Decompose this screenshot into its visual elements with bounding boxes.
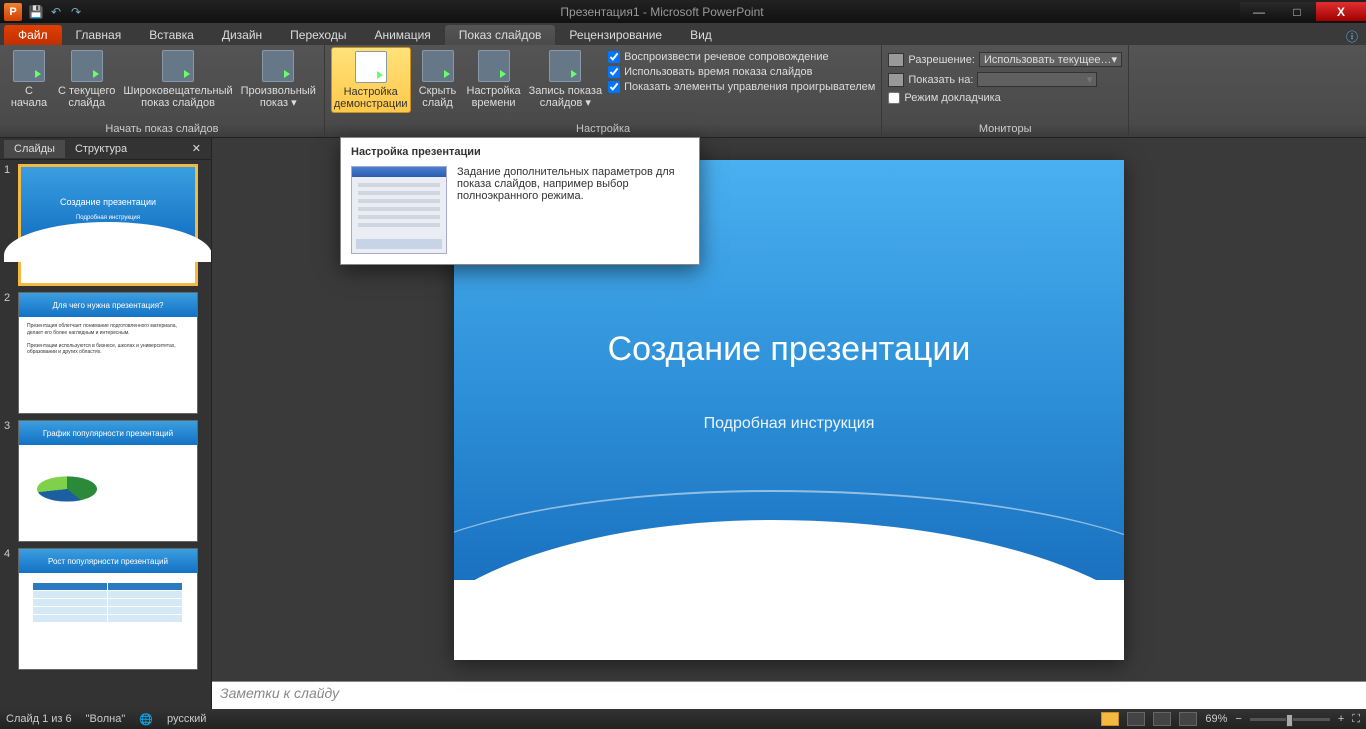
thumb-number: 4 [4,548,14,670]
tab-design[interactable]: Дизайн [208,25,276,45]
resolution-row: Разрешение: Использовать текущее…▾ [888,51,1122,68]
fit-window-button[interactable]: ⛶ [1352,713,1360,726]
panel-tab-slides[interactable]: Слайды [4,140,65,158]
setup-checkboxes: Воспроизвести речевое сопровождение Испо… [608,47,875,93]
clock-icon [478,50,510,82]
ribbon-tabs: Файл Главная Вставка Дизайн Переходы Ани… [0,23,1366,45]
slide-thumb-4[interactable]: Рост популярности презентаций [18,548,198,670]
group-start-slideshow: С начала С текущего слайда Широковещател… [0,45,325,137]
group-monitors: Разрешение: Использовать текущее…▾ Показ… [882,45,1129,137]
slide-thumb-1[interactable]: Создание презентации Подробная инструкци… [18,164,198,286]
tab-animations[interactable]: Анимация [360,25,444,45]
hide-slide-button[interactable]: Скрыть слайд [415,47,461,111]
zoom-in-button[interactable]: + [1338,713,1344,725]
monitor2-icon [888,73,904,87]
language-icon[interactable]: 🌐 [139,713,153,726]
group-start-label: Начать показ слайдов [6,122,318,137]
slide-title[interactable]: Создание презентации [454,330,1124,369]
status-slide-counter: Слайд 1 из 6 [6,713,72,725]
tooltip-body: Задание дополнительных параметров для по… [457,166,689,254]
broadcast-icon [162,50,194,82]
resolution-dropdown[interactable]: Использовать текущее…▾ [979,52,1122,67]
thumb-row-4: 4 Рост популярности презентаций [4,548,207,670]
play-current-icon [71,50,103,82]
ribbon: С начала С текущего слайда Широковещател… [0,45,1366,138]
hide-slide-icon [422,50,454,82]
from-beginning-button[interactable]: С начала [6,47,52,111]
panel-close-icon[interactable]: ✕ [186,142,207,155]
thumb-row-2: 2 Для чего нужна презентация? Презентаци… [4,292,207,414]
title-bar: P 💾 ↶ ↷ Презентация1 - Microsoft PowerPo… [0,0,1366,23]
show-on-row: Показать на: ▾ [888,71,1122,88]
tab-view[interactable]: Вид [676,25,726,45]
app-icon: P [4,3,22,21]
tab-home[interactable]: Главная [62,25,136,45]
window-title: Презентация1 - Microsoft PowerPoint [84,5,1240,19]
from-current-button[interactable]: С текущего слайда [56,47,117,111]
custom-show-icon [262,50,294,82]
zoom-slider[interactable] [1250,718,1330,721]
chevron-down-icon: ▾ [1111,53,1117,66]
thumb-number: 1 [4,164,14,286]
chk-timings[interactable]: Использовать время показа слайдов [608,66,875,78]
save-icon[interactable]: 💾 [28,4,44,20]
monitor-icon [888,53,904,67]
tab-slideshow[interactable]: Показ слайдов [445,25,556,45]
setup-show-button[interactable]: Настройка демонстрации [331,47,411,113]
group-setup-label: Настройка [331,122,876,137]
pie-chart-icon [37,476,97,501]
zoom-out-button[interactable]: − [1235,713,1241,725]
tooltip-title: Настройка презентации [341,138,699,162]
record-button[interactable]: Запись показа слайдов ▾ [527,47,604,111]
thumb-row-3: 3 График популярности презентаций [4,420,207,542]
thumbnails: 1 Создание презентации Подробная инструк… [0,160,211,709]
setup-icon [355,51,387,83]
play-icon [13,50,45,82]
zoom-value[interactable]: 69% [1205,713,1227,725]
slide-subtitle[interactable]: Подробная инструкция [454,415,1124,433]
maximize-button[interactable]: □ [1278,2,1316,21]
record-icon [549,50,581,82]
chk-presenter[interactable]: Режим докладчика [888,91,1122,105]
view-slideshow-button[interactable] [1179,712,1197,726]
thumb-row-1: 1 Создание презентации Подробная инструк… [4,164,207,286]
status-language[interactable]: русский [167,713,206,725]
redo-icon[interactable]: ↷ [68,4,84,20]
group-setup: Настройка демонстрации Скрыть слайд Наст… [325,45,883,137]
tab-file[interactable]: Файл [4,25,62,45]
view-normal-button[interactable] [1101,712,1119,726]
status-theme: "Волна" [86,713,126,725]
view-sorter-button[interactable] [1127,712,1145,726]
rehearse-button[interactable]: Настройка времени [465,47,523,111]
slides-panel: Слайды Структура ✕ 1 Создание презентаци… [0,138,212,709]
broadcast-button[interactable]: Широковещательный показ слайдов [121,47,234,111]
slide-thumb-2[interactable]: Для чего нужна презентация? Презентация … [18,292,198,414]
chk-narration[interactable]: Воспроизвести речевое сопровождение [608,51,875,63]
notes-pane[interactable]: Заметки к слайду [212,681,1366,709]
minimize-button[interactable]: — [1240,2,1278,21]
table-mini [33,583,183,623]
group-monitors-label: Мониторы [888,122,1122,137]
tab-insert[interactable]: Вставка [135,25,208,45]
chevron-down-icon: ▾ [1087,73,1093,86]
custom-show-button[interactable]: Произвольный показ ▾ [239,47,318,111]
slide-thumb-3[interactable]: График популярности презентаций [18,420,198,542]
show-on-dropdown[interactable]: ▾ [977,72,1097,87]
panel-tabs: Слайды Структура ✕ [0,138,211,160]
help-icon[interactable]: ⓘ [1346,28,1358,45]
chk-controls[interactable]: Показать элементы управления проигрывате… [608,81,875,93]
window-controls: — □ X [1240,2,1366,21]
quick-access-toolbar: 💾 ↶ ↷ [28,4,84,20]
close-button[interactable]: X [1316,2,1366,21]
undo-icon[interactable]: ↶ [48,4,64,20]
status-bar: Слайд 1 из 6 "Волна" 🌐 русский 69% − + ⛶ [0,709,1366,729]
thumb-number: 3 [4,420,14,542]
tooltip-preview-icon [351,166,447,254]
panel-tab-outline[interactable]: Структура [65,140,137,158]
view-reading-button[interactable] [1153,712,1171,726]
tab-review[interactable]: Рецензирование [555,25,676,45]
screen-tip: Настройка презентации Задание дополнител… [340,137,700,265]
tab-transitions[interactable]: Переходы [276,25,360,45]
thumb-number: 2 [4,292,14,414]
